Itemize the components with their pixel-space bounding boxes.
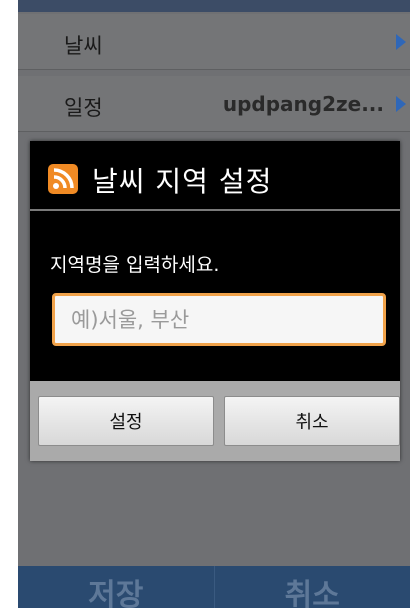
dialog-button-bar: 설정 취소 [30,381,400,461]
dialog-header: 날씨 지역 설정 [30,141,400,211]
dialog-title: 날씨 지역 설정 [92,165,273,198]
settings-row-value: updpang2ze... [222,92,384,116]
confirm-button[interactable]: 설정 [38,396,214,446]
chevron-right-icon [396,96,406,112]
settings-row-schedule[interactable]: 일정 updpang2ze... [18,76,410,132]
location-input[interactable] [52,293,386,346]
bottom-action-bar: 저장 취소 [18,566,410,608]
settings-row-label: 일정 [64,96,103,120]
settings-row-weather[interactable]: 날씨 [18,14,410,70]
weather-location-dialog: 날씨 지역 설정 지역명을 입력하세요. 설정 취소 [30,141,400,461]
save-button[interactable]: 저장 [18,566,215,608]
status-strip [18,0,410,12]
dialog-message: 지역명을 입력하세요. [50,254,220,276]
chevron-right-icon [396,34,406,50]
cancel-button[interactable]: 취소 [215,566,410,608]
rss-icon [48,164,78,194]
app-screen: 날씨 일정 updpang2ze... 저장 취소 날씨 지역 설정 지역명을 … [18,0,410,608]
settings-row-label: 날씨 [64,34,103,58]
dialog-cancel-button[interactable]: 취소 [224,396,400,446]
